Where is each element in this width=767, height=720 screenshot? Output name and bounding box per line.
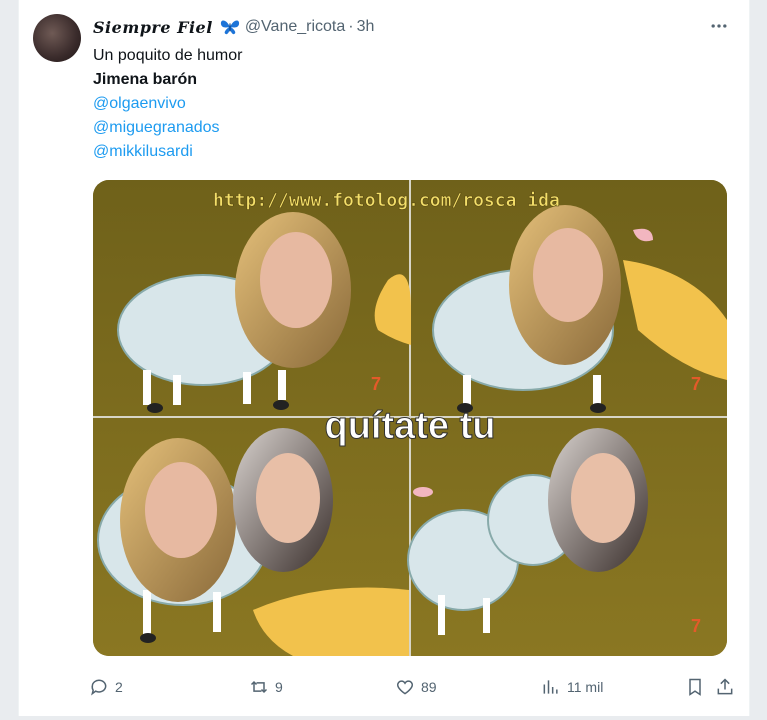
mention-link[interactable]: @mikkilusardi	[93, 140, 242, 164]
handle[interactable]: @Vane_ricota	[245, 18, 345, 36]
avatar[interactable]	[33, 14, 81, 62]
heart-icon	[396, 680, 414, 695]
retweet-icon	[250, 680, 268, 694]
reply-count: 2	[115, 679, 123, 695]
reply-icon	[91, 679, 107, 696]
text-line: Un poquito de humor	[93, 47, 243, 64]
channel-mark: 7	[691, 374, 701, 394]
views-chart-icon	[543, 680, 558, 694]
reply-button[interactable]: 2	[89, 672, 123, 702]
tweet-text: Un poquito de humor Jimena barón @olgaen…	[93, 44, 242, 164]
retweet-count: 9	[275, 679, 283, 695]
channel-mark: 7	[691, 616, 701, 636]
more-options-button[interactable]	[707, 14, 731, 38]
meme-caption: quítate tu	[325, 405, 496, 447]
butterfly-icon	[220, 20, 239, 35]
tweet-header: Siempre Fiel @Vane_ricota · 3h	[93, 16, 374, 38]
mention-link[interactable]: @olgaenvivo	[93, 92, 242, 116]
share-icon	[717, 678, 733, 695]
channel-mark: 7	[371, 374, 381, 394]
more-horizontal-icon	[711, 24, 727, 28]
like-count: 89	[421, 679, 437, 695]
tweet-card[interactable]: Siempre Fiel @Vane_ricota · 3h Un poquit…	[18, 0, 750, 716]
views-button[interactable]: 11 mil	[541, 672, 603, 702]
like-button[interactable]: 89	[395, 672, 437, 702]
bookmark-icon	[689, 678, 701, 696]
separator-dot: ·	[348, 18, 354, 35]
retweet-button[interactable]: 9	[249, 672, 283, 702]
share-button[interactable]	[715, 672, 741, 702]
mention-link[interactable]: @miguegranados	[93, 116, 242, 140]
text-line-bold: Jimena barón	[93, 71, 198, 88]
bookmark-button[interactable]	[685, 672, 711, 702]
display-name[interactable]: Siempre Fiel	[93, 18, 213, 37]
views-count: 11 mil	[567, 679, 604, 695]
watermark-text: http://www.fotolog.com/rosca ida	[213, 190, 560, 211]
timestamp[interactable]: 3h	[357, 18, 375, 36]
action-bar: 2 9 89 11 mil	[89, 672, 733, 702]
tweet-image[interactable]: http://www.fotolog.com/rosca ida 7 7 7 q…	[93, 180, 727, 656]
